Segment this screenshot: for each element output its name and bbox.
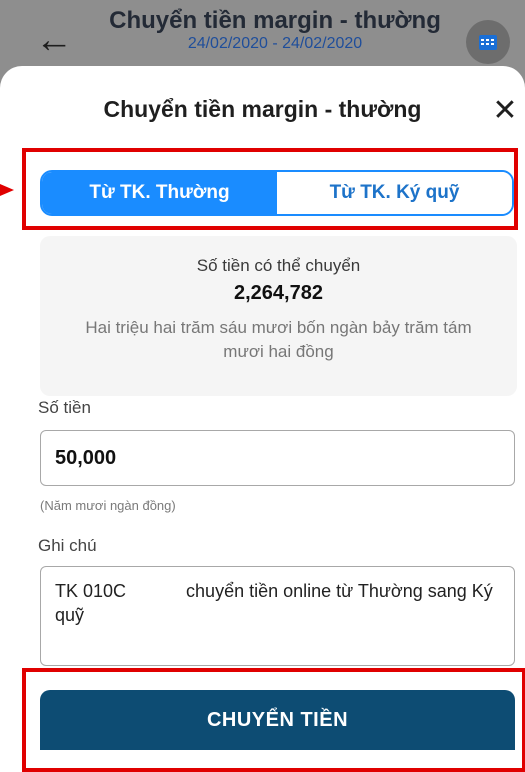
tab-from-normal-account[interactable]: Từ TK. Thường (42, 172, 277, 214)
available-amount: 2,264,782 (234, 282, 323, 304)
tab-from-margin-account[interactable]: Từ TK. Ký quỹ (277, 172, 512, 214)
amount-value: 50,000 (55, 447, 117, 469)
note-value: TK 010C chuyển tiền online từ Thường san… (55, 581, 498, 625)
available-label: Số tiền có thể chuyển (196, 256, 361, 275)
close-icon[interactable]: ✕ (490, 96, 520, 126)
amount-words: (Năm mươi ngàn đồng) (40, 498, 176, 513)
transfer-button[interactable]: CHUYỂN TIỀN (40, 690, 515, 750)
source-account-toggle: Từ TK. Thường Từ TK. Ký quỹ (40, 170, 514, 216)
annotation-arrow-icon (0, 184, 14, 196)
date-range: 24/02/2020 - 24/02/2020 (187, 35, 363, 52)
available-amount-words: Hai triệu hai trăm sáu mươi bốn ngàn bảy… (85, 318, 472, 361)
note-label: Ghi chú (38, 536, 97, 555)
amount-input[interactable]: 50,000 (40, 430, 515, 486)
calendar-icon[interactable] (466, 20, 510, 64)
note-input[interactable]: TK 010C chuyển tiền online từ Thường san… (40, 566, 515, 666)
amount-label: Số tiền (38, 398, 91, 417)
background-title: Chuyển tiền margin - thường (109, 7, 441, 34)
sheet-title: Chuyển tiền margin - thường (103, 96, 422, 122)
back-arrow-icon[interactable]: ← (32, 20, 76, 60)
available-amount-card: Số tiền có thể chuyển 2,264,782 Hai triệ… (40, 236, 517, 396)
